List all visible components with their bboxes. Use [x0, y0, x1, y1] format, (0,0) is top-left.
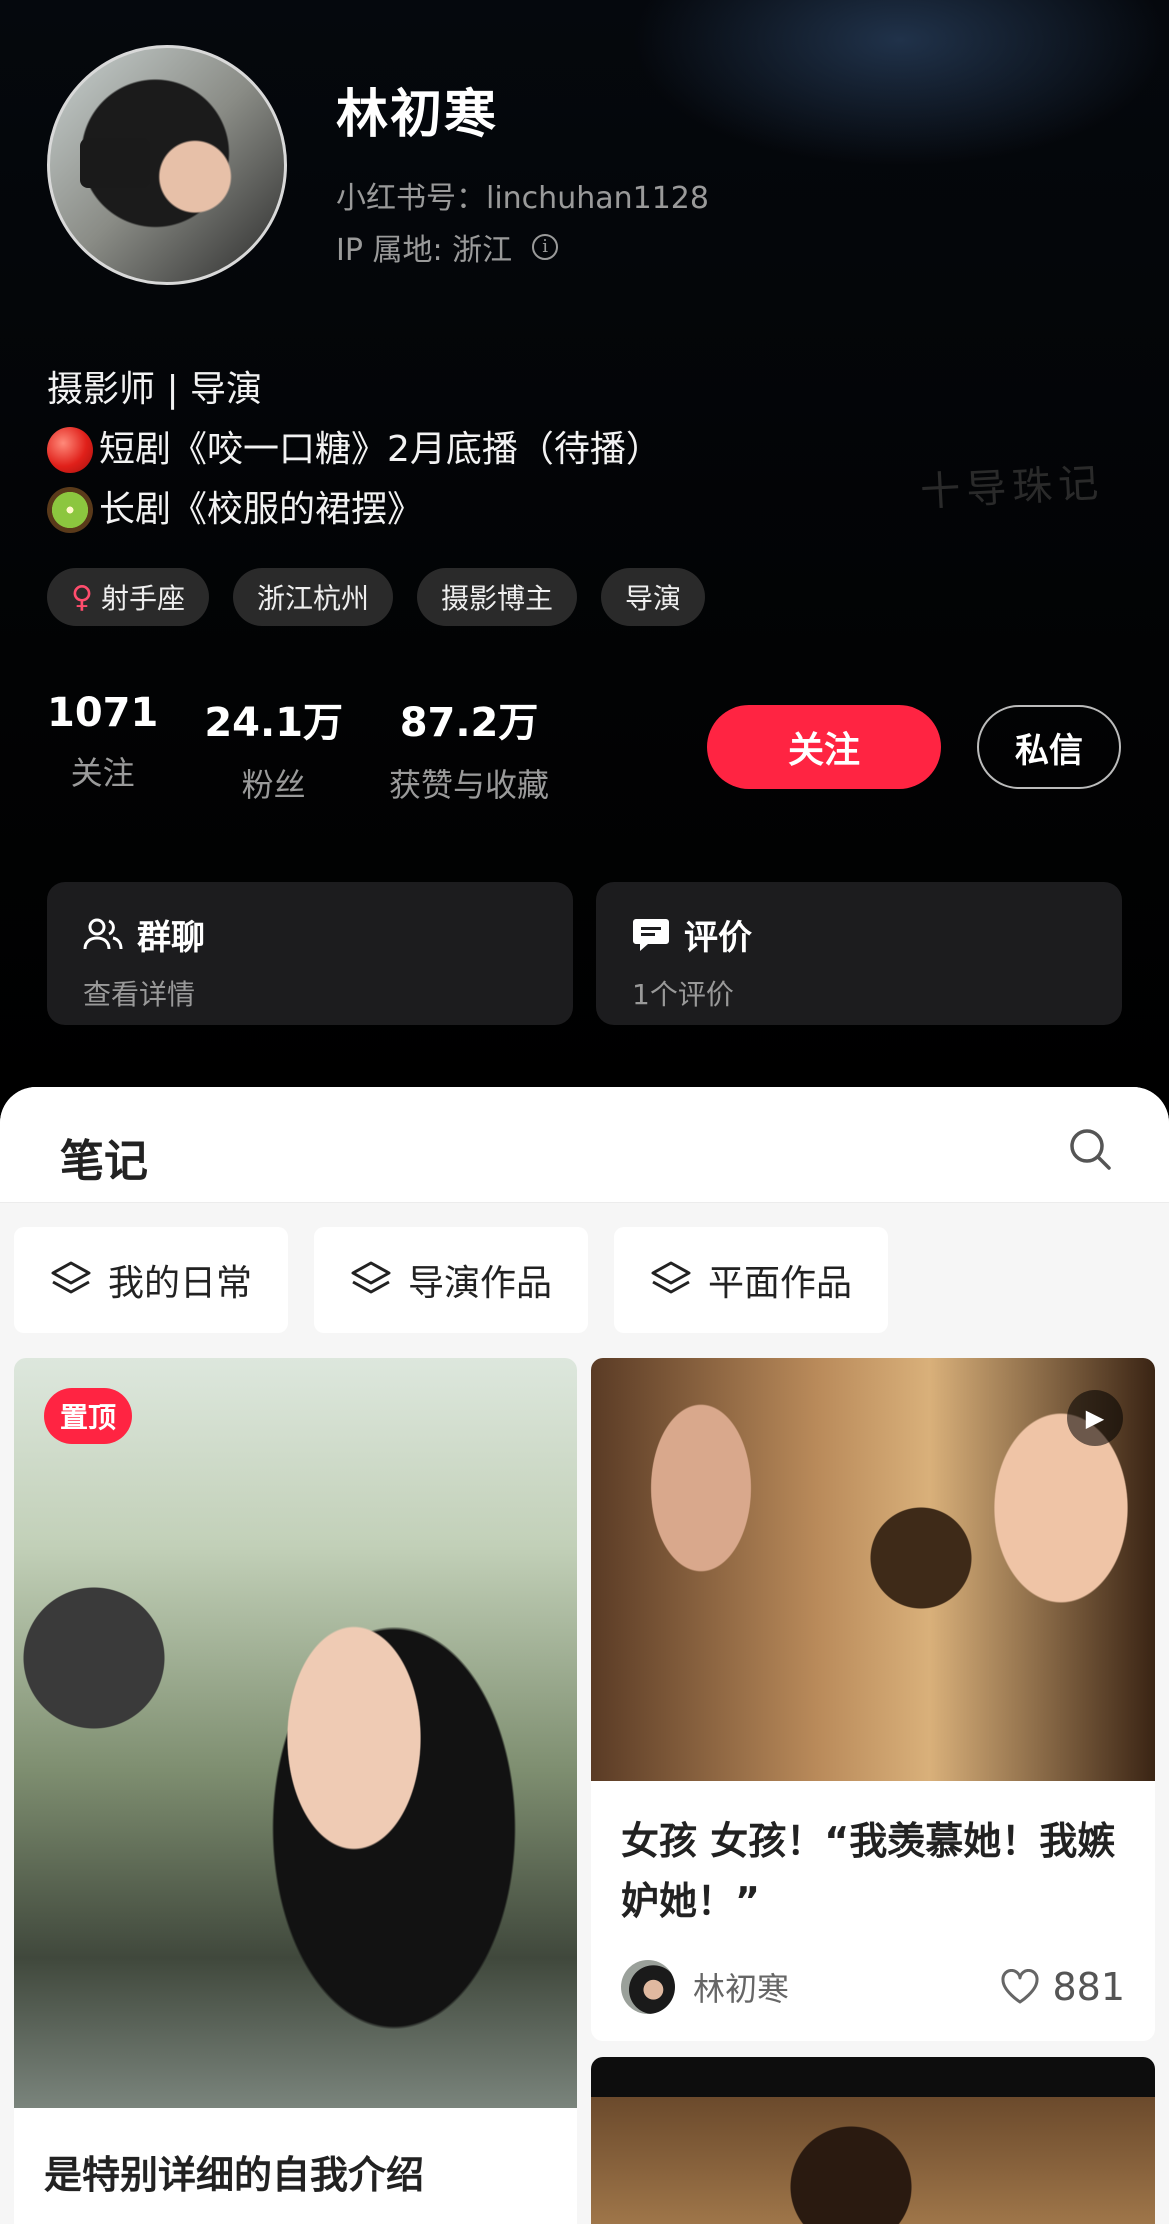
stat-label: 粉丝: [241, 766, 306, 804]
card-subtitle: 查看详情: [83, 978, 196, 1011]
layers-icon: [651, 1261, 691, 1294]
avatar[interactable]: [47, 45, 287, 285]
tag-zodiac[interactable]: ♀ 射手座: [47, 568, 209, 626]
note-meta: 林初寒 881: [621, 1960, 1125, 2014]
collection-list: 我的日常 导演作品 平面作品: [14, 1227, 888, 1333]
card-title-text: 群聊: [137, 918, 205, 958]
apple-icon: [47, 427, 93, 473]
ip-location-text: IP 属地: 浙江: [336, 233, 513, 268]
bio-line: 长剧《校服的裙摆》: [47, 480, 662, 540]
tag-label: 浙江杭州: [257, 582, 370, 615]
collection-photo[interactable]: 平面作品: [614, 1227, 888, 1333]
bio-line: 短剧《咬一口糖》2月底播（待播）: [47, 420, 662, 480]
group-icon: [83, 918, 123, 949]
stat-number: 24.1万: [204, 700, 344, 746]
bio-line: 摄影师 | 导演: [47, 360, 662, 420]
heart-icon: [1001, 1969, 1039, 2004]
card-subtitle: 1个评价: [632, 978, 734, 1011]
group-chat-card[interactable]: 群聊 查看详情: [47, 882, 573, 1025]
comment-icon: [633, 918, 669, 951]
camera-shape: [80, 138, 150, 188]
note-card[interactable]: 置顶 是特别详细的自我介绍: [14, 1358, 577, 2224]
stats: 1071 关注 24.1万 粉丝 87.2万 获赞与收藏: [47, 690, 549, 806]
note-card[interactable]: ▶ 女孩 女孩！“我羡慕她！我嫉妒她！” 林初寒 881: [591, 1358, 1155, 2041]
card-title: 评价: [632, 910, 1122, 959]
user-id: 小红书号：linchuhan1128: [336, 181, 709, 216]
note-caption: 女孩 女孩！“我羡慕她！我嫉妒她！”: [621, 1819, 1116, 1923]
notes-section: 笔记 我的日常 导演作品 平面作品 置顶 是特别详细的自我介绍 ▶ 女孩 女孩！…: [0, 1087, 1169, 2224]
stat-followers[interactable]: 24.1万 粉丝: [204, 690, 343, 806]
collection-label: 导演作品: [407, 1263, 552, 1304]
message-button[interactable]: 私信: [977, 705, 1121, 789]
collection-director[interactable]: 导演作品: [314, 1227, 588, 1333]
review-card[interactable]: 评价 1个评价: [596, 882, 1122, 1025]
tag-label: 摄影博主: [441, 582, 554, 615]
like-count: 881: [1052, 1965, 1125, 2009]
note-caption: 是特别详细的自我介绍: [44, 2153, 425, 2197]
like-button[interactable]: 881: [1000, 1965, 1125, 2009]
tag-category[interactable]: 摄影博主: [417, 568, 578, 626]
bio-text-1: 摄影师 | 导演: [47, 369, 263, 410]
play-icon: ▶: [1067, 1390, 1123, 1446]
bio-text-3: 长剧《校服的裙摆》: [99, 489, 424, 530]
tag-role[interactable]: 导演: [601, 568, 706, 626]
notes-tab[interactable]: 笔记: [60, 1125, 148, 1189]
layers-icon: [351, 1261, 391, 1294]
layers-icon: [51, 1261, 91, 1294]
profile-header: 十导珠记 林初寒 小红书号：linchuhan1128 IP 属地: 浙江 i …: [0, 0, 1169, 1120]
stat-likes[interactable]: 87.2万 获赞与收藏: [389, 690, 549, 806]
bio: 摄影师 | 导演 短剧《咬一口糖》2月底播（待播） 长剧《校服的裙摆》: [47, 360, 662, 540]
kiwi-icon: [47, 487, 93, 533]
follow-button[interactable]: 关注: [707, 705, 941, 789]
tag-location[interactable]: 浙江杭州: [233, 568, 394, 626]
bio-text-2: 短剧《咬一口糖》2月底播（待播）: [99, 429, 662, 470]
author-avatar: [621, 1960, 675, 2014]
tag-label: 导演: [625, 582, 682, 615]
stat-following[interactable]: 1071 关注: [47, 690, 158, 806]
stat-number: 1071: [47, 690, 159, 736]
collection-label: 平面作品: [707, 1263, 852, 1304]
info-icon[interactable]: i: [532, 234, 559, 260]
note-cover-image: 置顶: [14, 1358, 577, 2108]
note-author[interactable]: 林初寒: [621, 1960, 789, 2014]
notes-header: 笔记: [0, 1087, 1169, 1203]
tag-list: ♀ 射手座 浙江杭州 摄影博主 导演: [47, 568, 706, 626]
pinned-badge: 置顶: [44, 1388, 133, 1444]
note-cover-image: ▶: [591, 1358, 1155, 1781]
stat-label: 关注: [70, 754, 135, 792]
collection-label: 我的日常: [107, 1263, 252, 1304]
card-title: 群聊: [83, 910, 573, 959]
note-card[interactable]: [591, 2057, 1155, 2224]
stat-number: 87.2万: [399, 700, 539, 746]
card-title-text: 评价: [684, 918, 752, 958]
collection-daily[interactable]: 我的日常: [14, 1227, 288, 1333]
watermark: 十导珠记: [919, 460, 1106, 516]
ip-location: IP 属地: 浙江 i: [336, 225, 559, 269]
stat-label: 获赞与收藏: [389, 766, 550, 804]
author-name: 林初寒: [693, 1970, 790, 2008]
search-icon[interactable]: [1068, 1127, 1112, 1171]
female-icon: ♀: [71, 579, 93, 615]
tag-label: 射手座: [100, 582, 185, 615]
profile-name: 林初寒: [336, 85, 499, 145]
